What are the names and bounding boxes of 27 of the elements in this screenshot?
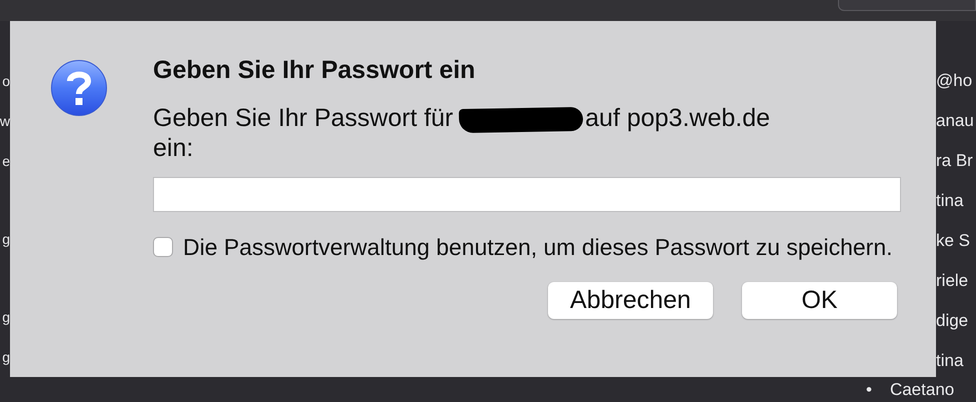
message-text: auf pop3.web.de [585, 104, 770, 132]
checkbox-label: Die Passwortverwaltung benutzen, um dieses Passwort zu speichern. [183, 234, 893, 261]
list-text: g [2, 231, 10, 248]
bullet: • [866, 379, 872, 402]
password-field[interactable] [153, 177, 901, 212]
dialog-title: Geben Sie Ihr Passwort ein [153, 55, 476, 86]
message-text: ein: [153, 134, 194, 162]
list-text: dige [936, 311, 968, 330]
list-text: ra Br [936, 151, 973, 170]
list-text: e [2, 153, 10, 170]
list-text: w [0, 113, 10, 130]
list-text: Caetano [890, 379, 954, 402]
list-text: g [2, 309, 10, 326]
question-icon [50, 59, 108, 118]
cancel-button[interactable]: Abbrechen [548, 282, 713, 320]
list-text: tina [936, 191, 964, 210]
ok-button[interactable]: OK [742, 282, 897, 320]
list-text: o [2, 73, 10, 90]
message-text: Geben Sie Ihr Passwort für [153, 104, 454, 132]
list-text: g [2, 349, 10, 366]
list-text: anau [936, 111, 974, 130]
list-text: ke S [936, 231, 970, 250]
list-text: tina [936, 351, 964, 370]
list-text: @ho [936, 71, 972, 90]
list-text: riele [936, 271, 968, 290]
toolbar-field[interactable] [838, 0, 976, 11]
remember-checkbox[interactable] [153, 237, 173, 258]
